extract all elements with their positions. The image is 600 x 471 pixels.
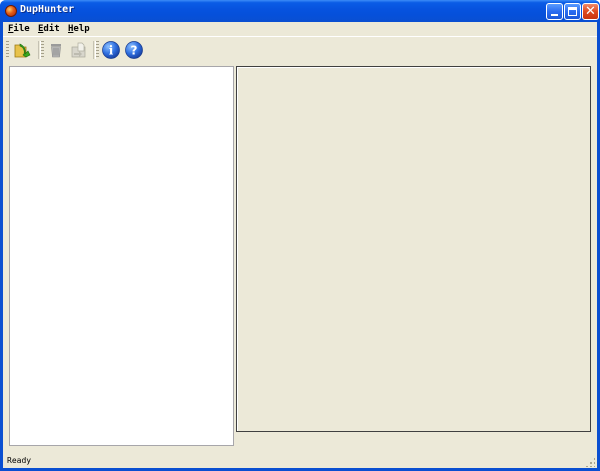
toolbar-grip[interactable] [6, 41, 9, 59]
menu-edit[interactable]: Edit [38, 24, 60, 34]
move-file-icon [71, 42, 86, 58]
folder-tree-panel[interactable] [9, 66, 234, 446]
trash-icon [51, 44, 61, 58]
help-button[interactable]: ? [124, 40, 144, 60]
help-icon: ? [125, 41, 143, 59]
delete-button[interactable] [46, 40, 66, 60]
info-icon: i [102, 41, 120, 59]
close-icon: ✕ [585, 4, 596, 19]
minimize-icon [551, 14, 558, 16]
menu-bar: File Edit Help [3, 22, 597, 36]
minimize-button[interactable] [546, 3, 563, 20]
toolbar: i ? [3, 36, 597, 64]
close-button[interactable]: ✕ [582, 3, 599, 20]
resize-grip-icon[interactable] [585, 457, 595, 467]
status-bar: Ready [3, 454, 597, 468]
menu-help[interactable]: Help [68, 24, 90, 34]
maximize-button[interactable] [564, 3, 581, 20]
menu-edit-label: dit [43, 24, 60, 34]
status-text: Ready [7, 456, 32, 465]
toolbar-grip [41, 41, 44, 59]
open-folder-button[interactable] [12, 40, 32, 60]
toolbar-grip [96, 41, 99, 59]
app-window: DupHunter ✕ File Edit Help i ? Ready [0, 0, 600, 471]
maximize-icon [568, 7, 577, 16]
results-panel[interactable] [236, 66, 591, 432]
help-glyph: ? [131, 44, 138, 58]
menu-file-label: ile [13, 24, 30, 34]
duphunter-app-icon[interactable] [5, 5, 17, 17]
menu-help-label: elp [73, 24, 90, 34]
title-bar[interactable]: DupHunter ✕ [0, 0, 600, 22]
move-file-button[interactable] [69, 40, 89, 60]
open-folder-icon [14, 43, 31, 58]
window-title: DupHunter [20, 4, 75, 15]
menu-file[interactable]: File [8, 24, 30, 34]
info-glyph: i [109, 44, 114, 58]
info-button[interactable]: i [101, 40, 121, 60]
